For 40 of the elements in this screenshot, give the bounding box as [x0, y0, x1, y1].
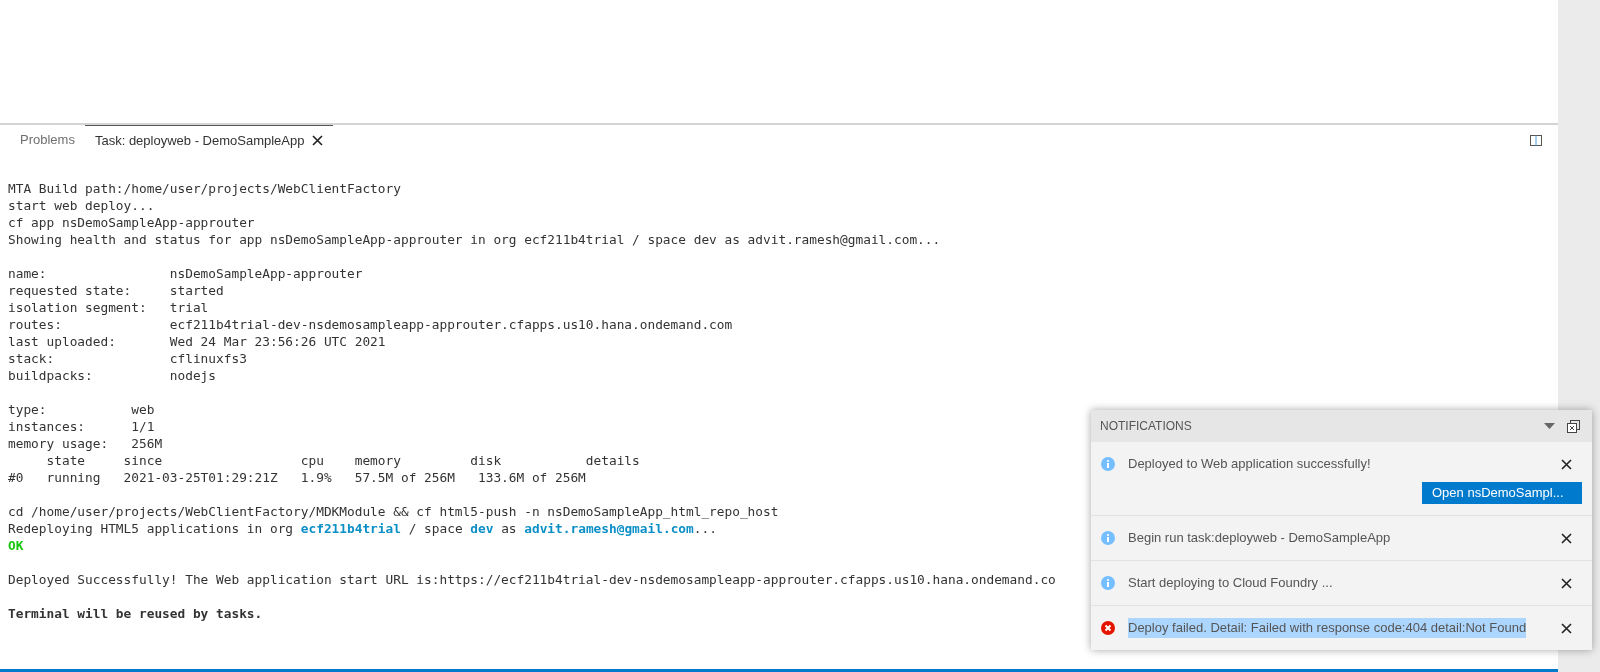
terminal-line: routes: ecf211b4trial-dev-nsdemosampleapp-approuter.cfapps.us10.hana.ondemand.com	[8, 316, 733, 333]
terminal-line: buildpacks: nodejs	[8, 367, 217, 384]
split-editor-icon[interactable]	[1530, 134, 1542, 146]
notifications-title: NOTIFICATIONS	[1100, 418, 1192, 435]
close-icon[interactable]	[312, 135, 324, 146]
terminal-line: start web deploy...	[8, 197, 155, 214]
terminal-line: requested state: started	[8, 282, 224, 299]
error-icon	[1101, 621, 1115, 635]
terminal-line: type: web	[8, 401, 155, 418]
close-icon[interactable]	[1561, 577, 1572, 589]
terminal-line: MTA Build path:/home/user/projects/WebClientFactory	[8, 180, 401, 197]
open-app-button[interactable]: Open nsDemoSampl...	[1422, 482, 1582, 504]
terminal-line: Terminal will be reused by tasks.	[8, 605, 263, 622]
terminal-line: Showing health and status for app nsDemoSampleApp-approuter in org ecf211b4trial / space dev as advit.ramesh@gmail.com...	[8, 231, 941, 248]
notification-message: Start deploying to Cloud Foundry ...	[1128, 574, 1333, 593]
terminal-line: cf app nsDemoSampleApp-approuter	[8, 214, 255, 231]
clear-all-icon[interactable]	[1567, 419, 1580, 433]
terminal-line: state since cpu memory disk details	[45, 452, 640, 469]
close-icon[interactable]	[1561, 622, 1572, 634]
terminal-line: cd /home/user/projects/WebClientFactory/MDKModule && cf html5-push -n nsDemoSampleApp_html_repo_host	[8, 503, 779, 520]
notification-message: Begin run task:deployweb - DemoSampleApp	[1128, 529, 1391, 548]
info-icon	[1101, 576, 1115, 590]
terminal-line: Deployed Successfully! The Web application start URL is:https://ecf211b4trial-dev-nsdemosampleapp-approuter.cfapps.us10.hana.ondemand.co	[8, 571, 1056, 588]
info-icon	[1101, 531, 1115, 545]
terminal-line: last uploaded: Wed 24 Mar 23:56:26 UTC 2021	[8, 333, 386, 350]
terminal-line: OK	[8, 537, 24, 554]
close-icon[interactable]	[1561, 532, 1572, 544]
terminal-line: #0 running 2021-03-25T01:29:21Z 1.9% 57.5M of 256M 133.6M of 256M	[8, 469, 586, 486]
collapse-icon[interactable]	[1544, 422, 1555, 430]
terminal-line: stack: cflinuxfs3	[8, 350, 247, 367]
close-icon[interactable]	[1561, 458, 1572, 470]
terminal-line: Redeploying HTML5 applications in org ecf211b4trial / space dev as advit.ramesh@gmail.com...	[8, 520, 717, 537]
terminal-line: isolation segment: trial	[8, 299, 209, 316]
terminal-line: name: nsDemoSampleApp-approuter	[8, 265, 363, 282]
notification-message: Deployed to Web application successfully!	[1128, 455, 1371, 474]
terminal-line: instances: 1/1	[8, 418, 155, 435]
notification-message: Deploy failed. Detail: Failed with response code:404 detail:Not Found	[1128, 618, 1527, 638]
info-icon	[1101, 457, 1115, 471]
panel-tab[interactable]: Problems	[10, 125, 85, 155]
terminal-line: memory usage: 256M	[8, 435, 163, 452]
